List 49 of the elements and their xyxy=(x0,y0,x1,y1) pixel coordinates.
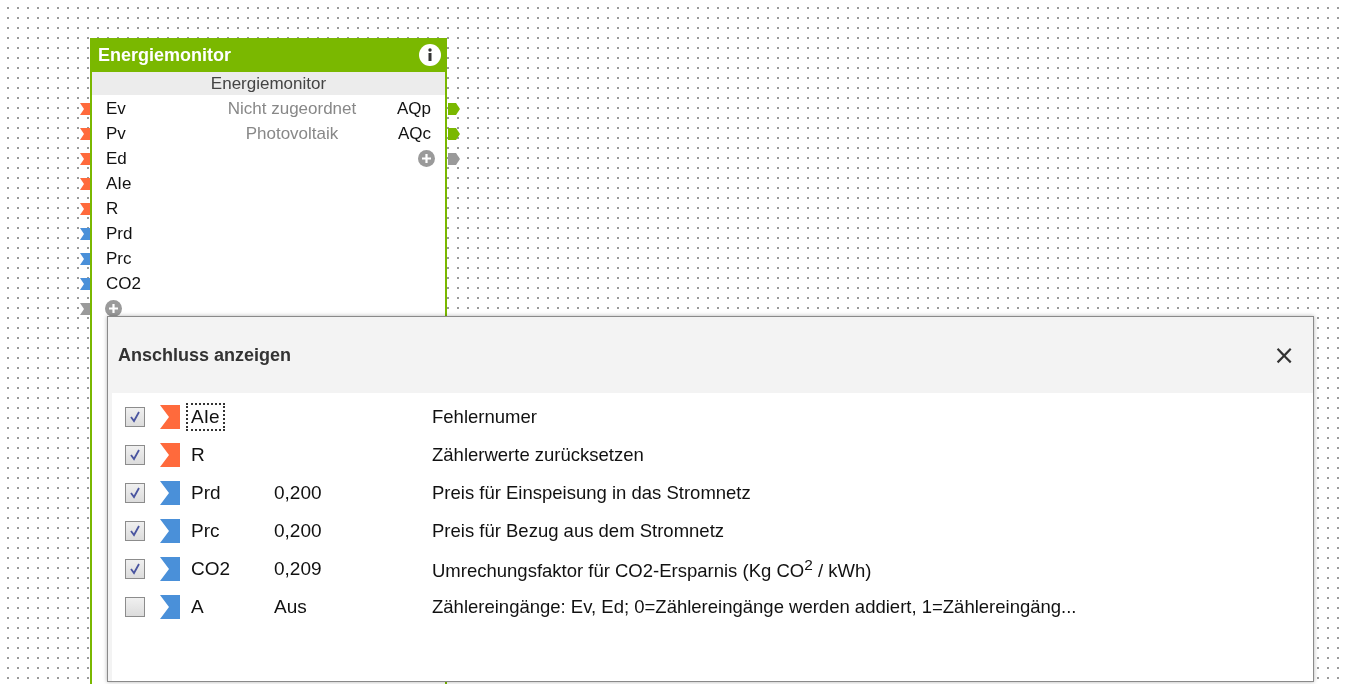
connector-description: Fehlernumer xyxy=(432,406,537,428)
check-icon xyxy=(129,449,141,461)
output-connector[interactable] xyxy=(448,128,460,140)
output-label: AQp xyxy=(396,98,432,119)
connector-name[interactable]: Prd xyxy=(188,481,224,505)
checkbox[interactable] xyxy=(125,597,145,617)
connector-description: Preis für Bezug aus dem Stromnetz xyxy=(432,520,725,542)
connector-name[interactable]: R xyxy=(188,443,208,467)
input-label: Prc xyxy=(105,248,132,269)
input-label: Ev xyxy=(105,98,126,119)
checkbox[interactable] xyxy=(125,483,145,503)
connector-value: Aus xyxy=(274,596,307,617)
connector-name[interactable]: A xyxy=(188,595,207,619)
close-button[interactable]: × xyxy=(1269,340,1299,370)
connector-value: 0,209 xyxy=(274,558,322,579)
connector-name[interactable]: Prc xyxy=(188,519,223,543)
connector-value: 0,200 xyxy=(274,482,322,503)
check-icon xyxy=(129,525,141,537)
connector-description: Umrechungsfaktor für CO2-Ersparnis (Kg CO$^{2}$ / kWh) xyxy=(432,555,872,583)
output-connector[interactable] xyxy=(448,153,460,165)
check-icon xyxy=(129,411,141,423)
input-label: Pv xyxy=(105,123,126,144)
check-icon xyxy=(129,487,141,499)
block-title: Energiemonitor xyxy=(98,44,231,66)
input-label: AIe xyxy=(105,173,132,194)
connector-description: Preis für Einspeisung in das Stromnetz xyxy=(432,482,751,504)
checkbox[interactable] xyxy=(125,407,145,427)
add-input-icon[interactable] xyxy=(105,300,122,317)
output-connector[interactable] xyxy=(448,103,460,115)
connector-description: Zählereingänge: Ev, Ed; 0=Zählereingänge werden addiert, 1=Zählereingäng... xyxy=(432,596,1077,618)
checkbox[interactable] xyxy=(125,559,145,579)
block-subtitle: Energiemonitor xyxy=(92,72,445,95)
checkbox[interactable] xyxy=(125,521,145,541)
check-icon xyxy=(129,563,141,575)
assignment-label: Photovoltaik xyxy=(244,123,340,145)
info-icon[interactable] xyxy=(419,44,441,66)
input-label: Ed xyxy=(105,148,127,169)
assignment-label: Nicht zugeordnet xyxy=(226,98,358,120)
dialog-title: Anschluss anzeigen xyxy=(118,344,292,366)
add-output-icon[interactable] xyxy=(418,150,435,167)
connector-name[interactable]: AIe xyxy=(188,405,223,429)
input-label: Prd xyxy=(105,223,133,244)
connector-name[interactable]: CO2 xyxy=(188,557,234,581)
connector-description: Zählerwerte zurücksetzen xyxy=(432,444,644,466)
input-label: R xyxy=(105,198,119,219)
connector-value: 0,200 xyxy=(274,520,322,541)
input-label: CO2 xyxy=(105,273,141,294)
checkbox[interactable] xyxy=(125,445,145,465)
output-label: AQc xyxy=(397,123,432,144)
